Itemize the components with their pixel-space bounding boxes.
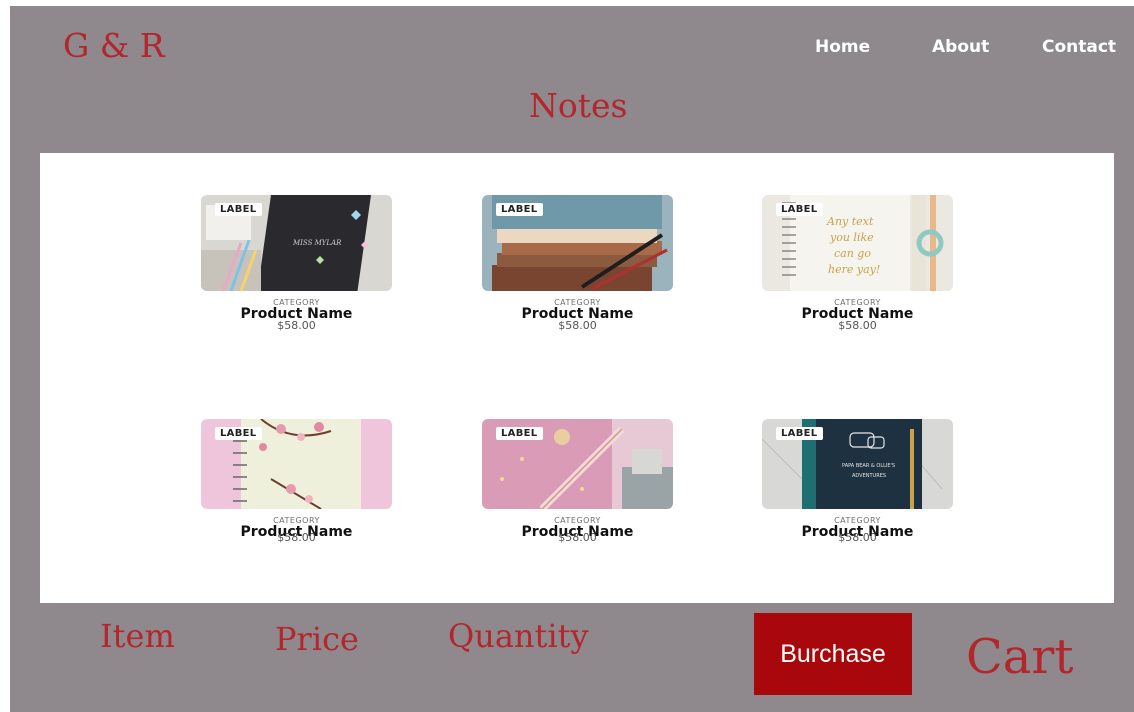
svg-text:MISS MYLAR: MISS MYLAR — [292, 239, 342, 247]
product-price: $58.00 — [558, 319, 597, 332]
svg-text:can go: can go — [834, 247, 871, 260]
product-label: LABEL — [496, 203, 544, 216]
product-image[interactable]: LABEL — [482, 419, 673, 509]
product-price: $58.00 — [277, 531, 316, 544]
svg-text:here yay!: here yay! — [828, 263, 880, 276]
svg-text:PAPA BEAR & OLLIE'S: PAPA BEAR & OLLIE'S — [842, 463, 895, 469]
nav-home[interactable]: Home — [815, 37, 870, 57]
product-image[interactable]: Any text you like can go here yay! LABEL — [762, 195, 953, 291]
product-card[interactable]: LABEL CATEGORY Product Name $58.00 — [201, 419, 392, 543]
product-card[interactable]: PAPA BEAR & OLLIE'S ADVENTURES LABEL CAT… — [762, 419, 953, 543]
product-label: LABEL — [776, 427, 824, 440]
product-card[interactable]: Any text you like can go here yay! LABEL… — [762, 195, 953, 331]
svg-text:Any text: Any text — [826, 215, 874, 228]
product-card[interactable]: MISS MYLAR LABEL CATEGORY Product Name $… — [201, 195, 392, 331]
purchase-button[interactable]: Burchase — [754, 613, 912, 695]
item-column-label: Item — [100, 617, 175, 655]
nav-contact[interactable]: Contact — [1042, 37, 1116, 57]
product-price: $58.00 — [277, 319, 316, 332]
product-label: LABEL — [215, 427, 263, 440]
product-image[interactable]: LABEL — [482, 195, 673, 291]
logo[interactable]: G & R — [63, 26, 165, 65]
price-column-label: Price — [275, 620, 359, 658]
product-price: $58.00 — [558, 531, 597, 544]
product-card[interactable]: LABEL CATEGORY Product Name $58.00 — [482, 195, 673, 331]
quantity-column-label: Quantity — [448, 617, 589, 655]
svg-text:ADVENTURES: ADVENTURES — [852, 473, 886, 479]
cart-label[interactable]: Cart — [966, 629, 1074, 685]
product-image[interactable]: PAPA BEAR & OLLIE'S ADVENTURES LABEL — [762, 419, 953, 509]
product-card[interactable]: LABEL CATEGORY Product Name $58.00 — [482, 419, 673, 543]
product-price: $58.00 — [838, 319, 877, 332]
svg-text:you like: you like — [829, 231, 874, 244]
product-image[interactable]: LABEL — [201, 419, 392, 509]
product-price: $58.00 — [838, 531, 877, 544]
page-title: Notes — [529, 86, 628, 125]
product-image[interactable]: MISS MYLAR LABEL — [201, 195, 392, 291]
product-label: LABEL — [215, 203, 263, 216]
product-label: LABEL — [496, 427, 544, 440]
nav-about[interactable]: About — [932, 37, 989, 57]
product-label: LABEL — [776, 203, 824, 216]
